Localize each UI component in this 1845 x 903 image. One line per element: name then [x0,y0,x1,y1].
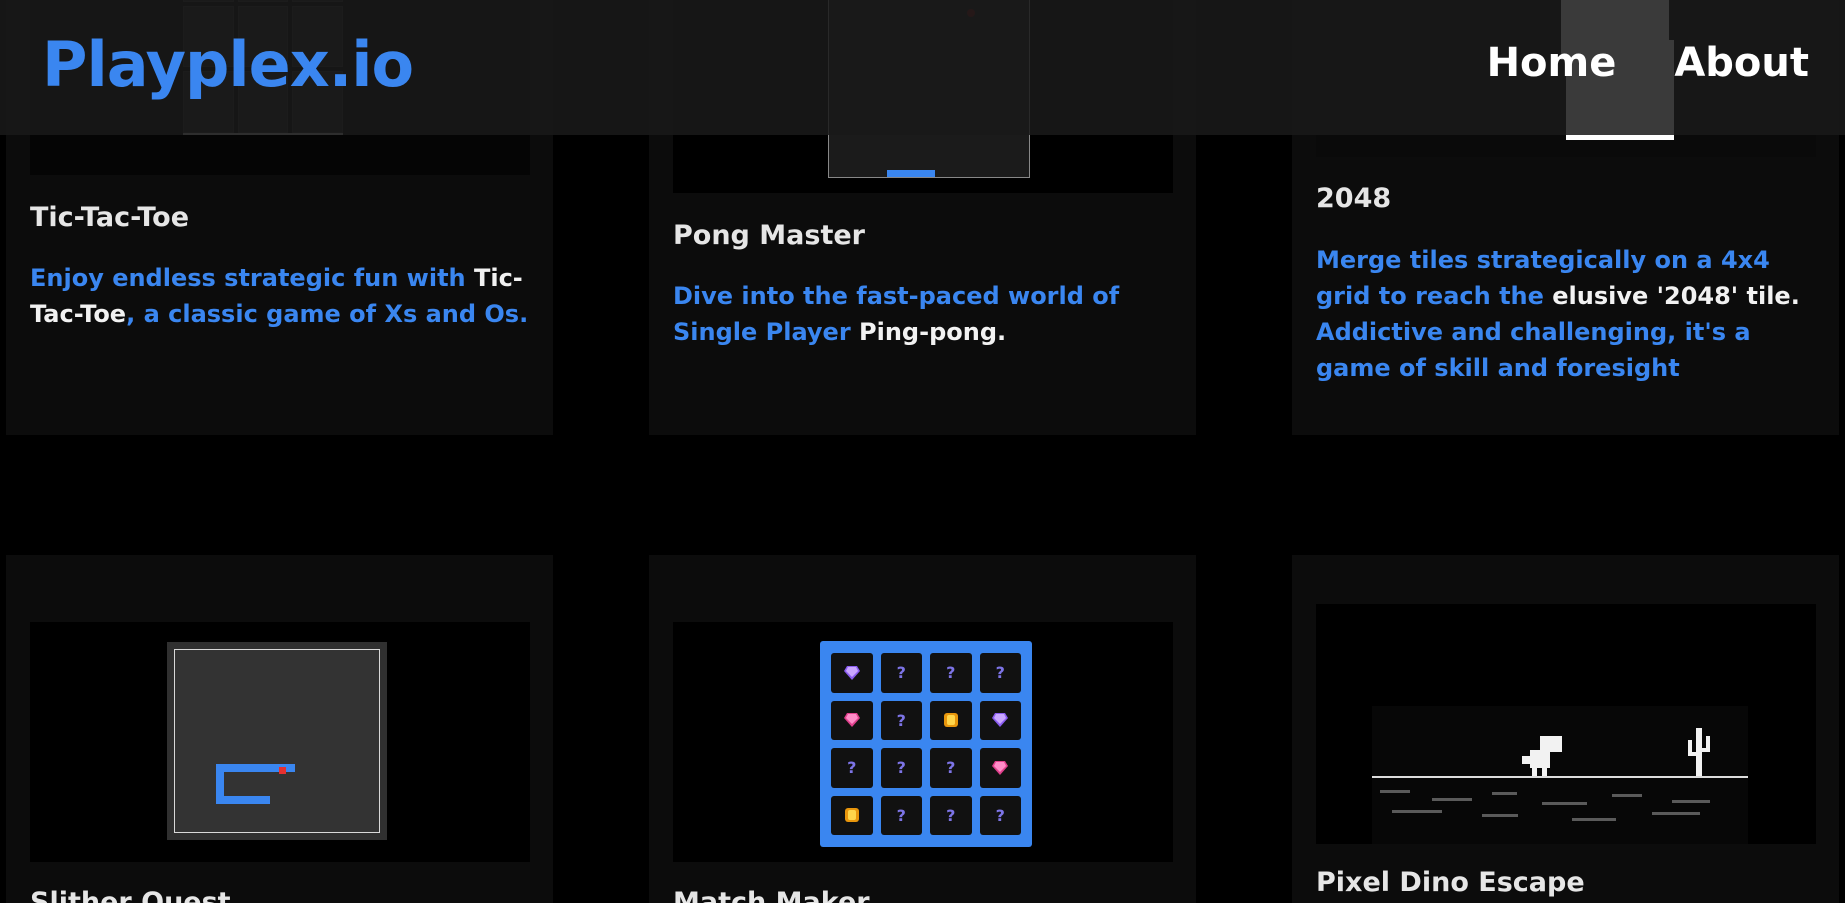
hidden-card[interactable]: ? [930,795,972,835]
snake-body-icon [216,764,295,804]
game-title[interactable]: 2048 [1316,183,1391,214]
game-title[interactable]: Tic-Tac-Toe [30,202,189,233]
game-description: Merge tiles strategically on a 4x4 grid … [1316,242,1822,386]
hidden-card[interactable]: ? [880,748,922,788]
snake-playfield [167,642,387,840]
cactus-icon [1688,728,1710,778]
game-card-pixel-dino-escape[interactable]: Pixel Dino Escape [1292,555,1839,903]
pong-paddle [887,170,935,177]
site-header: Playplex.io Home About [0,0,1845,135]
game-card-match-maker[interactable]: ?????????? Match Maker [649,555,1196,903]
hidden-card[interactable]: ? [979,653,1021,693]
snake-thumbnail[interactable] [30,622,530,862]
description-text: Addictive and challenging, it's a game o… [1316,318,1751,382]
hidden-card[interactable]: ? [831,748,873,788]
hidden-card[interactable]: ? [979,795,1021,835]
hidden-card[interactable]: ? [930,653,972,693]
memory-board: ?????????? [820,641,1032,847]
nav-about-link[interactable]: About [1674,40,1809,86]
game-title[interactable]: Pixel Dino Escape [1316,867,1585,898]
dino-stage [1372,706,1748,844]
game-description: Enjoy endless strategic fun with Tic-Tac… [30,260,536,332]
game-description: Dive into the fast-paced world of Single… [673,278,1179,350]
description-text: Enjoy endless strategic fun with [30,264,474,292]
gem-gold-icon[interactable] [831,795,873,835]
hidden-card[interactable]: ? [880,795,922,835]
description-highlight: elusive '2048' tile. [1552,282,1800,310]
description-highlight: Ping-pong. [859,318,1007,346]
snake-arena [174,649,380,833]
gem-purple-icon[interactable] [979,700,1021,740]
memory-thumbnail[interactable]: ?????????? [673,622,1173,862]
hidden-card[interactable]: ? [880,653,922,693]
gem-pink-icon[interactable] [979,748,1021,788]
gem-pink-icon[interactable] [831,700,873,740]
game-title[interactable]: Pong Master [673,220,865,251]
gem-purple-icon[interactable] [831,653,873,693]
description-text: , a classic game of Xs and Os. [126,300,529,328]
site-logo[interactable]: Playplex.io [42,28,414,101]
hidden-card[interactable]: ? [880,700,922,740]
dino-scene-icon [1380,728,1710,821]
game-title[interactable]: Match Maker [673,887,870,903]
main-nav: Home About [1487,40,1809,86]
dino-icon [1522,736,1562,776]
ground-line [1372,776,1748,778]
hidden-card[interactable]: ? [930,748,972,788]
game-card-slither-quest[interactable]: Slither Quest [6,555,553,903]
game-title[interactable]: Slither Quest [30,887,231,903]
nav-home-link[interactable]: Home [1487,40,1617,86]
gem-gold-icon[interactable] [930,700,972,740]
dino-thumbnail[interactable] [1316,604,1816,844]
